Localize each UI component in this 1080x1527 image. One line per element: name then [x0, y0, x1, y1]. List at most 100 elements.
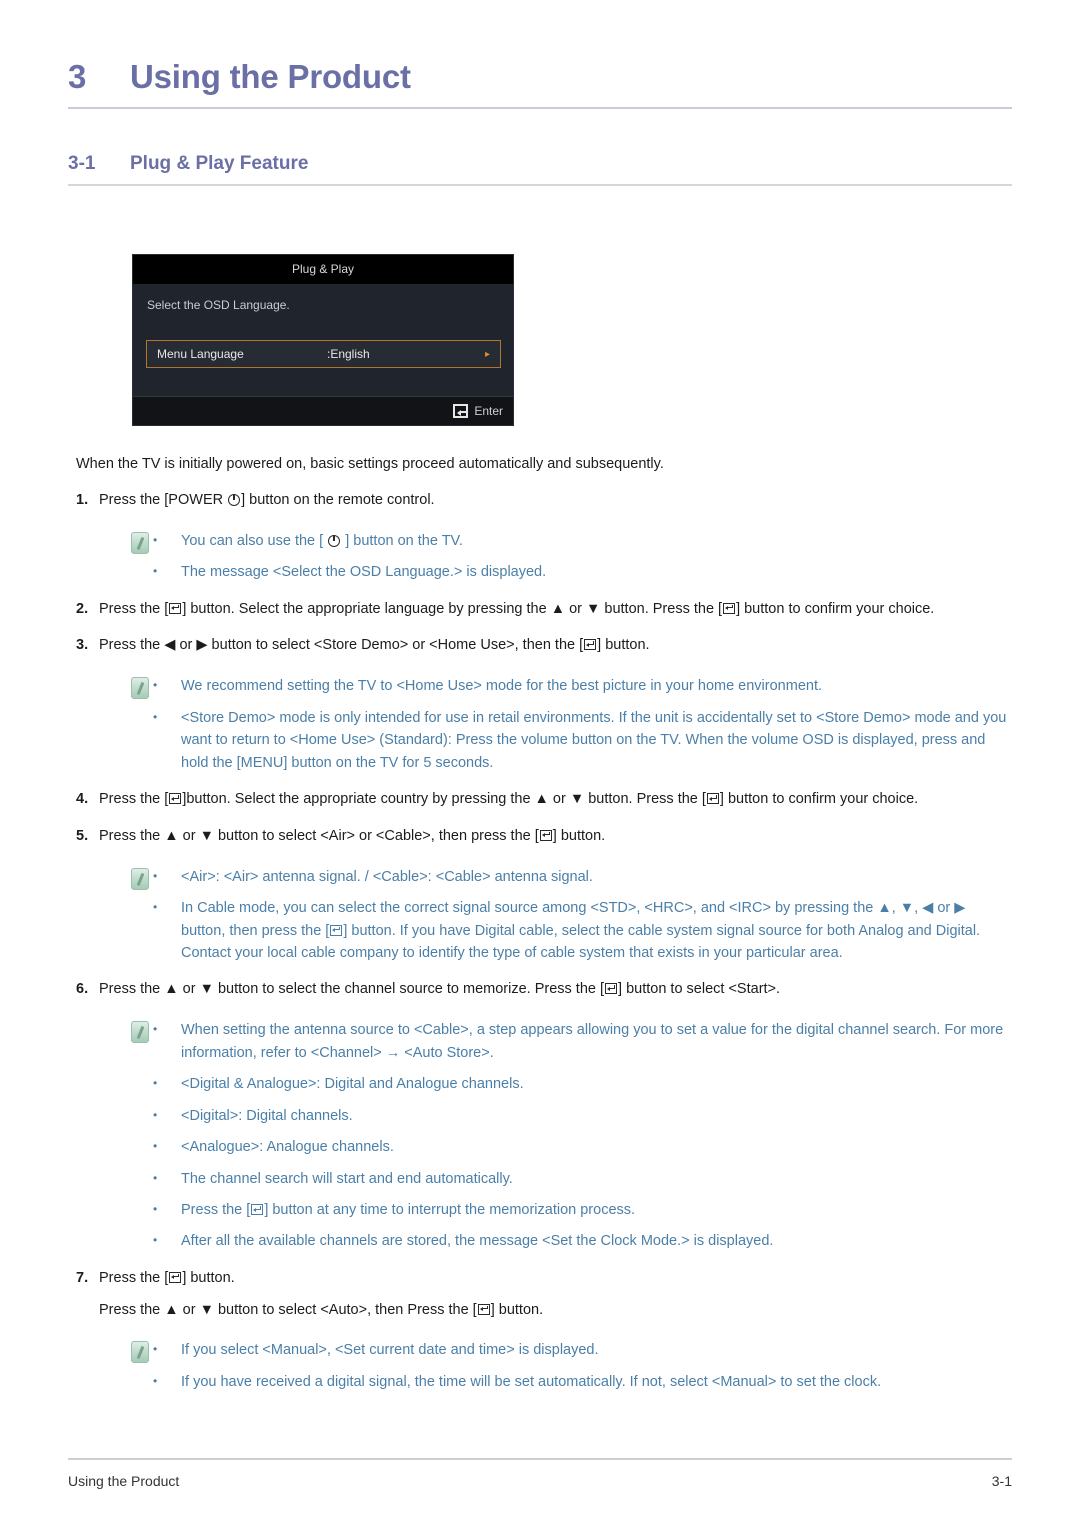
text-run: Press the [: [99, 791, 169, 808]
step-item: 4. Press the [ ]button. Select the appropr…: [68, 789, 1012, 811]
note-item-text: When setting the antenna source to <Cabl…: [181, 1019, 1012, 1064]
note-item: • The message <Select the OSD Language.> …: [153, 561, 1012, 583]
text-run: <Digital>: Digital channels.: [181, 1107, 353, 1124]
step-text: Press the [ ]button. Select the appropria…: [99, 789, 1012, 811]
bullet-marker: •: [153, 1342, 158, 1357]
osd-menu: Plug & Play Select the OSD Language. Men…: [132, 254, 514, 426]
step-body: Press the [POWER ] button on the remote …: [99, 490, 1012, 584]
text-run: Press the ▲ or ▼ button to select the ch…: [99, 981, 605, 998]
section-number: 3-1: [68, 153, 96, 174]
step-item: 1. Press the [POWER ] button on the remot…: [68, 490, 1012, 584]
note-list: • When setting the antenna source to <Cab…: [153, 1019, 1012, 1253]
note-item: • If you have received a digital signal, …: [153, 1371, 1012, 1393]
text-run: ] button.: [182, 1269, 235, 1286]
enter-key-icon: [539, 829, 552, 841]
note-item-text: <Digital>: Digital channels.: [181, 1105, 1012, 1127]
step-item: 7. Press the [] button. Press the ▲ or ▼ b…: [68, 1268, 1012, 1393]
section-title: Plug & Play Feature: [130, 153, 309, 174]
text-run: ]button. Select the appropriate country …: [182, 791, 706, 808]
note-item: • When setting the antenna source to <Cab…: [153, 1019, 1012, 1064]
step-number: 4.: [76, 791, 89, 808]
text-run: <Digital & Analogue>: Digital and Analog…: [181, 1076, 524, 1093]
text-run: <Store Demo> mode is only intended for u…: [181, 709, 1007, 771]
osd-row-value: :English: [327, 347, 370, 361]
text-run: If you have received a digital signal, t…: [181, 1373, 882, 1390]
note-list: • We recommend setting the TV to <Home Us…: [153, 675, 1012, 774]
enter-key-icon: [330, 924, 343, 936]
note-item-text: <Store Demo> mode is only intended for u…: [181, 707, 1012, 774]
note-item: • <Analogue>: Analogue channels.: [153, 1136, 1012, 1158]
bullet-marker: •: [153, 1139, 158, 1154]
step-item: 2. Press the [] button. Select the approp…: [68, 599, 1012, 621]
text-run: ] button.: [490, 1301, 544, 1318]
note-item-text: If you select <Manual>, <Set current dat…: [181, 1339, 1012, 1361]
note-icon-glyph: [131, 531, 149, 554]
text-run: Press the ▲ or ▼ button to select <Auto>…: [99, 1301, 477, 1318]
bullet-marker: •: [153, 868, 158, 883]
text-run: Press the [POWER: [99, 492, 228, 509]
note-icon: [131, 531, 153, 584]
bullet-marker: •: [153, 1233, 158, 1248]
step-body: Press the [ ]button. Select the appropria…: [99, 789, 1012, 811]
step-text: Press the ▲ or ▼ button to select the ch…: [99, 979, 1012, 1001]
step-body: Press the [ ] button. Select the appropri…: [99, 599, 1012, 621]
bullet-marker: •: [153, 1022, 158, 1037]
lead-paragraph: When the TV is initially powered on, bas…: [76, 456, 664, 472]
text-run: ] button at any time to interrupt the me…: [264, 1202, 636, 1219]
note-block: • You can also use the [ ] button on the …: [131, 530, 1012, 584]
enter-key-icon: [477, 1303, 490, 1315]
enter-key-icon: [169, 793, 182, 805]
osd-menu-language-row[interactable]: Menu Language :English ▸: [146, 340, 501, 368]
text-run: ] button to confirm your choice.: [719, 791, 919, 808]
text-run: ] button. Select the appropriate languag…: [182, 600, 723, 617]
text-run: You can also use the [: [181, 532, 328, 549]
note-block: • When setting the antenna source to <Cab…: [131, 1019, 1012, 1253]
step-item: 3. Press the ◀ or ▶ button to select <Sto…: [68, 635, 1012, 774]
step-text: Press the [ ] button. Select the appropri…: [99, 599, 1012, 621]
section-divider: [68, 184, 1012, 186]
note-item-text: <Air>: <Air> antenna signal. / <Cable>: …: [181, 866, 1012, 888]
note-item-text: If you have received a digital signal, t…: [181, 1371, 1012, 1393]
step-item: 5. Press the ▲ or ▼ button to select <Air…: [68, 826, 1012, 965]
note-block: • <Air>: <Air> antenna signal. / <Cable>:…: [131, 866, 1012, 965]
step-body: Press the [] button. Press the ▲ or ▼ but…: [99, 1268, 1012, 1393]
note-icon-glyph: [131, 1021, 149, 1044]
note-item-text: The channel search will start and end au…: [181, 1168, 1012, 1190]
bullet-marker: •: [153, 564, 158, 579]
note-item-text: The message <Select the OSD Language.> i…: [181, 561, 1012, 583]
enter-key-icon: [169, 602, 182, 614]
chapter-number: 3: [68, 58, 87, 95]
footer-divider: [68, 1458, 1012, 1460]
bullet-marker: •: [153, 532, 158, 547]
note-icon-glyph: [131, 867, 149, 890]
note-icon-glyph: [131, 677, 149, 700]
step-text: Press the ▲ or ▼ button to select <Air> …: [99, 826, 1012, 848]
step-text: Press the [] button.: [99, 1268, 1012, 1290]
step-number: 7.: [76, 1269, 89, 1286]
bullet-marker: •: [153, 709, 158, 724]
enter-key-icon: [605, 983, 618, 995]
note-item-text: After all the available channels are sto…: [181, 1230, 1012, 1252]
note-item: • The channel search will start and end a…: [153, 1168, 1012, 1190]
step-number: 1.: [76, 492, 89, 509]
step-extra-text: Press the ▲ or ▼ button to select <Auto>…: [99, 1300, 1012, 1322]
section-heading: 3-1 Plug & Play Feature: [68, 153, 1012, 175]
osd-body: Select the OSD Language. Menu Language :…: [133, 284, 513, 396]
note-item-text: We recommend setting the TV to <Home Use…: [181, 675, 1012, 697]
page-footer: Using the Product 3-1: [68, 1458, 1012, 1489]
power-icon: [328, 534, 341, 547]
enter-key-icon: [453, 404, 469, 418]
note-item-text: In Cable mode, you can select the correc…: [181, 897, 1012, 964]
note-icon: [131, 677, 153, 774]
text-run: Press the [: [99, 600, 169, 617]
enter-key-icon: [169, 1271, 182, 1283]
note-list: • You can also use the [ ] button on the …: [153, 530, 1012, 584]
step-body: Press the ▲ or ▼ button to select the ch…: [99, 979, 1012, 1253]
chapter-title: Using the Product: [130, 58, 411, 95]
text-run: The channel search will start and end au…: [181, 1170, 513, 1187]
osd-figure: Plug & Play Select the OSD Language. Men…: [132, 254, 1012, 426]
text-run: After all the available channels are sto…: [181, 1233, 774, 1250]
note-item: • After all the available channels are st…: [153, 1230, 1012, 1252]
text-run: Press the ▲ or ▼ button to select <Air> …: [99, 827, 539, 844]
note-item: • <Air>: <Air> antenna signal. / <Cable>:…: [153, 866, 1012, 888]
